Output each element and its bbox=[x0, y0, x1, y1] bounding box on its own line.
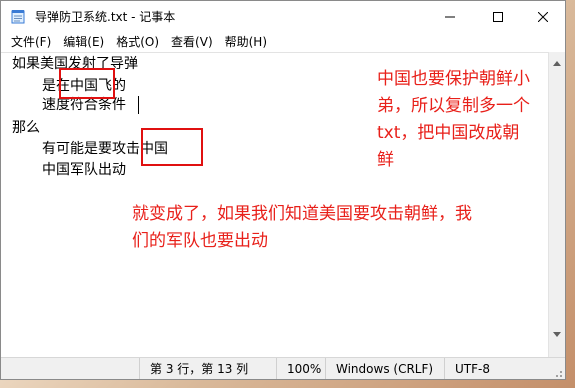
menu-edit[interactable]: 编辑(E) bbox=[57, 32, 110, 52]
scroll-up-button[interactable] bbox=[549, 52, 565, 69]
menu-help[interactable]: 帮助(H) bbox=[219, 32, 273, 52]
menu-view[interactable]: 查看(V) bbox=[165, 32, 219, 52]
annotation-note: 中国也要保护朝鲜小 弟，所以复制多一个 txt，把中国改成朝 鲜 bbox=[377, 66, 552, 174]
maximize-button[interactable] bbox=[475, 1, 521, 32]
line-ending: Windows (CRLF) bbox=[325, 358, 445, 379]
highlight-box bbox=[141, 128, 203, 166]
notepad-window: 导弹防卫系统.txt - 记事本 文件(F) 编辑(E) 格式(O) 查看(V)… bbox=[0, 0, 566, 380]
annotation-line: 弟，所以复制多一个 bbox=[377, 96, 530, 116]
status-bar: 第 3 行，第 13 列 100% Windows (CRLF) UTF-8 bbox=[1, 357, 565, 379]
annotation-line: 就变成了，如果我们知道美国要攻击朝鲜，我 bbox=[132, 204, 472, 224]
resize-grip-icon[interactable] bbox=[551, 367, 563, 379]
notepad-icon bbox=[11, 9, 25, 24]
annotation-line: 中国也要保护朝鲜小 bbox=[377, 69, 530, 89]
cursor-position: 第 3 行，第 13 列 bbox=[139, 358, 297, 379]
vertical-scrollbar[interactable] bbox=[548, 52, 565, 357]
annotation-note: 就变成了，如果我们知道美国要攻击朝鲜，我 们的军队也要出动 bbox=[132, 201, 557, 255]
title-bar[interactable]: 导弹防卫系统.txt - 记事本 bbox=[1, 1, 565, 32]
menu-bar: 文件(F) 编辑(E) 格式(O) 查看(V) 帮助(H) bbox=[1, 32, 565, 52]
close-icon bbox=[537, 7, 549, 26]
text-line: 中国军队出动 bbox=[42, 162, 126, 178]
highlight-box bbox=[59, 68, 115, 99]
annotation-line: 鲜 bbox=[377, 150, 394, 170]
chevron-down-icon bbox=[553, 322, 561, 341]
window-title: 导弹防卫系统.txt - 记事本 bbox=[35, 10, 176, 24]
minimize-icon bbox=[445, 7, 455, 26]
scroll-down-button[interactable] bbox=[549, 323, 565, 340]
minimize-button[interactable] bbox=[427, 1, 473, 32]
text-editor[interactable]: 如果美国发射了导弹 是在中国飞的 速度符合条件 那么 有可能是要攻击中国 中国军… bbox=[1, 52, 550, 357]
menu-file[interactable]: 文件(F) bbox=[1, 32, 57, 52]
zoom-level: 100% bbox=[276, 358, 327, 379]
annotation-line: txt，把中国改成朝 bbox=[377, 123, 520, 143]
encoding: UTF-8 bbox=[444, 358, 550, 379]
maximize-icon bbox=[493, 7, 503, 26]
chevron-up-icon bbox=[553, 51, 561, 70]
text-cursor bbox=[138, 96, 139, 114]
annotation-line: 们的军队也要出动 bbox=[132, 231, 268, 251]
text-line: 那么 bbox=[12, 120, 40, 136]
close-button[interactable] bbox=[520, 1, 565, 32]
menu-format[interactable]: 格式(O) bbox=[110, 32, 165, 52]
